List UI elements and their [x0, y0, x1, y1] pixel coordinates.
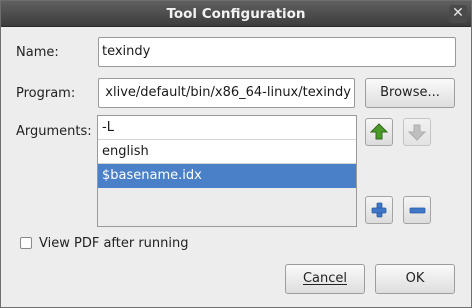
arrow-down-icon	[407, 124, 427, 141]
move-up-button[interactable]	[365, 118, 393, 146]
remove-argument-button[interactable]	[403, 196, 431, 224]
close-icon: ✕	[452, 5, 464, 21]
plus-icon	[371, 202, 387, 218]
program-label: Program:	[16, 86, 76, 101]
program-field[interactable]: xlive/default/bin/x86_64-linux/texindy	[98, 78, 355, 108]
ok-button[interactable]: OK	[375, 264, 455, 294]
view-pdf-checkbox[interactable]	[20, 237, 32, 249]
cancel-button[interactable]: Cancel	[285, 264, 365, 294]
title-bar[interactable]: Tool Configuration ✕	[1, 1, 471, 27]
argument-item-selected[interactable]: $basename.idx	[98, 164, 356, 188]
cancel-button-label: Cancel	[302, 271, 348, 286]
add-argument-button[interactable]	[365, 196, 393, 224]
arguments-list[interactable]: -L english $basename.idx	[97, 115, 357, 227]
browse-button[interactable]: Browse...	[365, 78, 455, 108]
name-field[interactable]: texindy	[98, 37, 456, 67]
tool-configuration-dialog: Tool Configuration ✕ Name: texindy Progr…	[0, 0, 472, 308]
name-label: Name:	[16, 45, 59, 60]
arguments-label: Arguments:	[16, 124, 92, 139]
argument-item[interactable]: english	[98, 140, 356, 164]
view-pdf-label[interactable]: View PDF after running	[39, 236, 189, 251]
ok-button-label: OK	[405, 271, 425, 286]
argument-item[interactable]: -L	[98, 116, 356, 140]
move-down-button[interactable]	[403, 118, 431, 146]
minus-icon	[409, 207, 426, 214]
arrow-up-icon	[369, 123, 389, 140]
close-button[interactable]: ✕	[449, 5, 467, 23]
window-title: Tool Configuration	[166, 6, 306, 22]
